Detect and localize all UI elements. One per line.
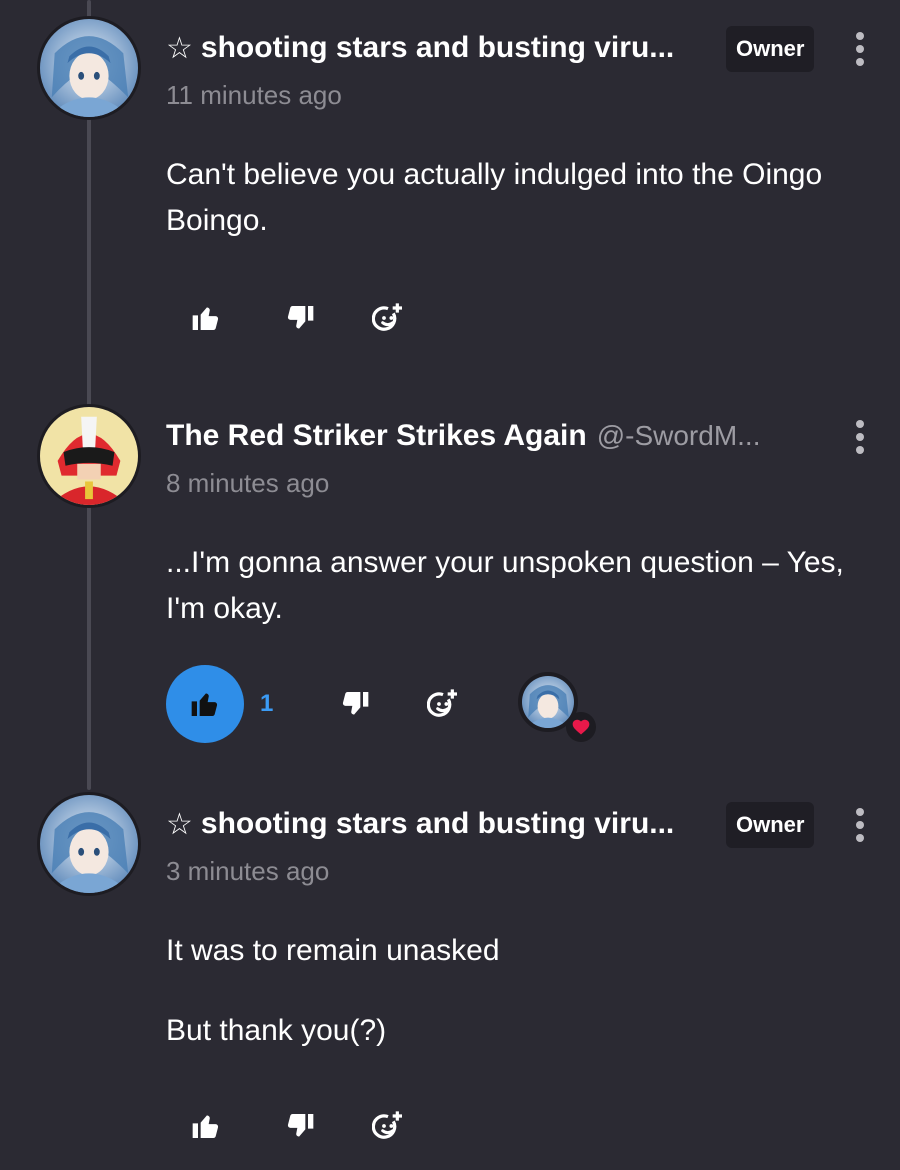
like-button[interactable]: [166, 665, 244, 743]
add-reaction-icon: [427, 689, 458, 717]
comment-actions: [166, 1086, 408, 1166]
avatar[interactable]: [37, 16, 141, 120]
anime-girl-avatar-icon: [40, 795, 138, 893]
comment-header: The Red Striker Strikes Again @-SwordM..…: [166, 414, 870, 458]
add-reaction-button[interactable]: [423, 684, 463, 724]
timestamp: 8 minutes ago: [166, 468, 330, 498]
thumbs-up-icon: [192, 307, 219, 330]
comment-text: ...I'm gonna answer your unspoken questi…: [166, 546, 844, 625]
dislike-button[interactable]: [280, 298, 320, 338]
more-options-icon[interactable]: [850, 420, 870, 454]
thumbs-down-icon: [343, 692, 369, 715]
avatar[interactable]: [37, 792, 141, 896]
creator-heart-reaction: [510, 672, 596, 742]
like-button[interactable]: [186, 1106, 226, 1146]
owner-badge: Owner: [726, 26, 815, 72]
comment-text: But thank you(?): [166, 1014, 387, 1047]
dislike-button[interactable]: [335, 684, 375, 724]
avatar[interactable]: [37, 404, 141, 508]
author-name[interactable]: ☆ shooting stars and busting viru...: [166, 807, 674, 842]
heart-icon: [566, 712, 596, 742]
dislike-button[interactable]: [280, 1106, 320, 1146]
timestamp: 3 minutes ago: [166, 856, 330, 886]
thumbs-up-icon: [192, 1115, 219, 1138]
author-handle: @-SwordM...: [596, 420, 761, 451]
author-name[interactable]: The Red Striker Strikes Again @-SwordM..…: [166, 419, 760, 453]
author-label: shooting stars and busting viru...: [200, 31, 675, 64]
thumbs-up-icon: [191, 693, 218, 716]
add-reaction-button[interactable]: [368, 298, 408, 338]
star-icon: ☆: [166, 31, 193, 65]
add-reaction-icon: [372, 1111, 402, 1139]
author-label: shooting stars and busting viru...: [200, 807, 675, 840]
comment-text: It was to remain unasked: [166, 934, 500, 967]
timestamp: 11 minutes ago: [166, 80, 342, 110]
like-button[interactable]: [186, 298, 226, 338]
anime-girl-avatar-icon: [40, 19, 138, 117]
star-icon: ☆: [166, 807, 193, 841]
add-reaction-icon: [372, 303, 402, 331]
comment-header: ☆ shooting stars and busting viru... Own…: [166, 802, 870, 848]
comment-text: Can't believe you actually indulged into…: [166, 158, 823, 237]
more-options-icon[interactable]: [850, 808, 870, 842]
more-options-icon[interactable]: [850, 32, 870, 66]
like-count: 1: [260, 690, 274, 717]
add-reaction-button[interactable]: [368, 1106, 408, 1146]
comment-actions: [166, 278, 408, 358]
comment-actions: 1: [166, 664, 463, 744]
thumbs-down-icon: [287, 306, 314, 329]
author-label: The Red Striker Strikes Again: [166, 419, 587, 452]
owner-badge: Owner: [726, 802, 815, 848]
author-name[interactable]: ☆ shooting stars and busting viru...: [166, 31, 674, 66]
red-helmet-avatar-icon: [40, 407, 138, 505]
comment-header: ☆ shooting stars and busting viru... Own…: [166, 26, 870, 72]
thumbs-down-icon: [287, 1114, 314, 1137]
